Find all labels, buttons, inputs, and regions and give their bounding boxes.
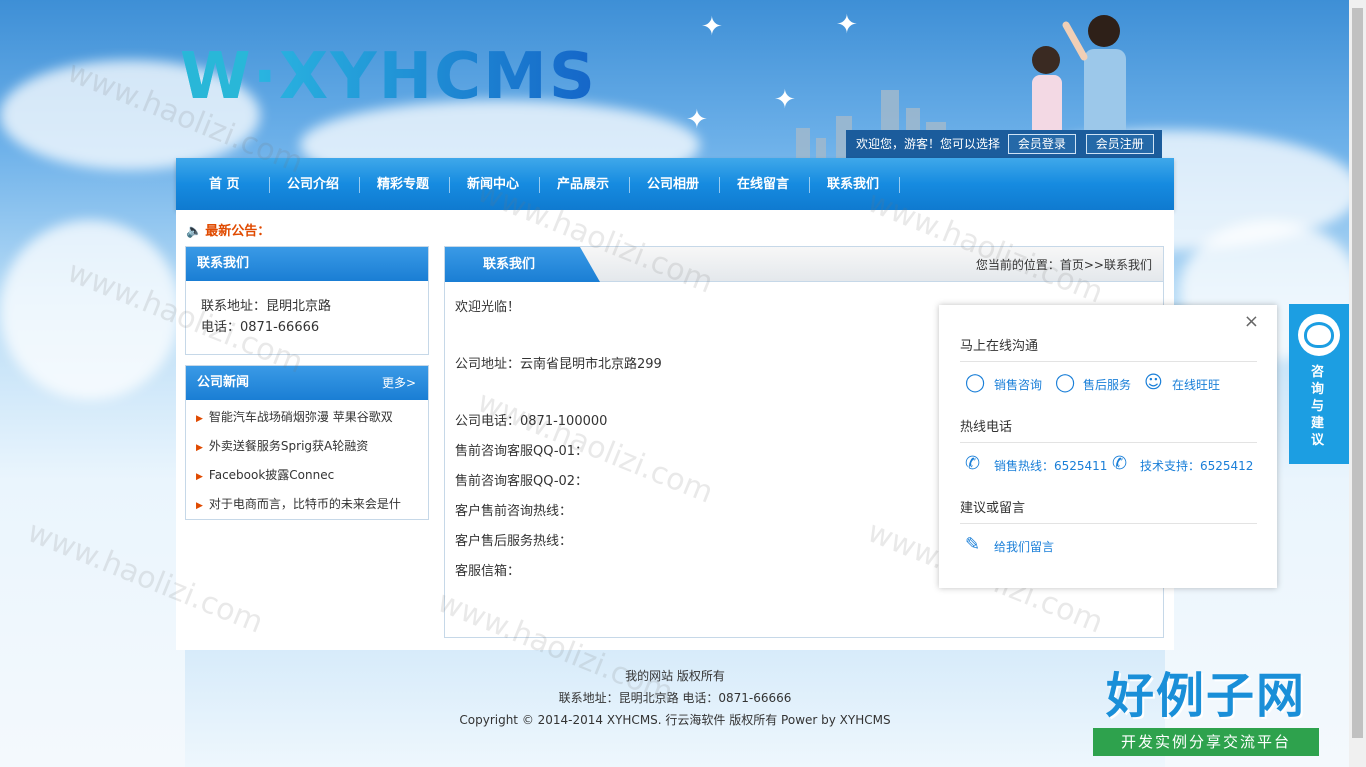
nav-item-home[interactable]: 首 页 (209, 158, 240, 210)
consult-side-tab-label: 咨询与建议 (1311, 365, 1325, 448)
footer-contact: 联系地址：昆明北京路 电话：0871-66666 (558, 691, 792, 705)
sales-hotline[interactable]: 销售热线：6525411 (994, 457, 1107, 474)
main-nav: 首 页 公司介绍 精彩专题 新闻中心 产品展示 公司相册 在线留言 联系我们 (176, 158, 1174, 210)
after-sales-link[interactable]: 售后服务 (1083, 376, 1131, 393)
consult-side-tab[interactable]: 咨询与建议 (1289, 304, 1349, 464)
logo-text: XYHCMS (278, 40, 597, 114)
nav-item-about[interactable]: 公司介绍 (287, 158, 339, 210)
wangwang-link[interactable]: 在线旺旺 (1172, 376, 1220, 393)
logo-mark: W (180, 40, 253, 114)
tech-support-hotline[interactable]: 技术支持：6525412 (1140, 457, 1253, 474)
sales-consult-link[interactable]: 销售咨询 (994, 376, 1042, 393)
nav-separator (359, 177, 360, 193)
contact-panel: 联系我们 联系地址：昆明北京路 电话：0871-66666 (185, 246, 429, 355)
qq-icon: ◯ (965, 372, 986, 393)
contact-phone: 电话：0871-66666 (201, 320, 320, 335)
page-scrollbar[interactable] (1349, 0, 1366, 767)
customer-service-icon (1298, 314, 1340, 356)
nav-separator (539, 177, 540, 193)
nav-item-guestbook[interactable]: 在线留言 (737, 158, 789, 210)
divider (960, 361, 1257, 362)
news-panel-title: 公司新闻 (197, 375, 250, 390)
news-item[interactable]: ▶ 外卖送餐服务Sprig获A轮融资 (196, 433, 428, 462)
online-section-title: 马上在线沟通 (960, 339, 1039, 354)
hotline-section-title: 热线电话 (960, 420, 1013, 435)
people-illustration (1032, 15, 1126, 140)
phone-icon: ✆ (1112, 453, 1128, 474)
divider (960, 442, 1257, 443)
news-item-title: 智能汽车战场硝烟弥漫 苹果谷歌双 (208, 410, 393, 424)
brand-watermark: 好例子网 开发实例分享交流平台 (1093, 666, 1319, 760)
message-section-title: 建议或留言 (960, 501, 1026, 516)
brand-subtitle: 开发实例分享交流平台 (1093, 728, 1319, 756)
divider (960, 523, 1257, 524)
news-item[interactable]: ▶ 对于电商而言，比特币的未来会是什 (196, 491, 428, 520)
qq-icon: ◯ (1055, 372, 1076, 393)
news-item-title: 外卖送餐服务Sprig获A轮融资 (208, 439, 369, 453)
breadcrumb: 您当前的位置：首页>>联系我们 (975, 258, 1152, 272)
nav-separator (809, 177, 810, 193)
footer-copyright: 我的网站 版权所有 (625, 669, 725, 683)
dove-icon: ✦ (686, 105, 708, 135)
dove-icon: ✦ (701, 12, 723, 42)
site-logo[interactable]: W⋅XYHCMS (180, 40, 597, 114)
nav-separator (899, 177, 900, 193)
news-item[interactable]: ▶ Facebook披露Connec (196, 462, 428, 491)
nav-separator (449, 177, 450, 193)
news-item-title: Facebook披露Connec (208, 468, 335, 482)
online-service-panel: × 马上在线沟通 ◯ 销售咨询 ◯ 售后服务 ☺ 在线旺旺 热线电话 ✆ 销售热… (939, 305, 1277, 588)
nav-separator (269, 177, 270, 193)
nav-separator (629, 177, 630, 193)
dove-icon: ✦ (836, 10, 858, 40)
content-header: 联系我们 您当前的位置：首页>>联系我们 (445, 247, 1163, 282)
arrow-right-icon: ▶ (196, 414, 203, 424)
news-panel-header: 公司新闻 更多> (186, 366, 428, 400)
contact-address: 联系地址：昆明北京路 (201, 299, 332, 314)
nav-item-topics[interactable]: 精彩专题 (377, 158, 429, 210)
content-tab-title: 联系我们 (445, 247, 600, 282)
nav-item-products[interactable]: 产品展示 (557, 158, 609, 210)
speaker-icon: 🔈 (186, 224, 203, 239)
news-item[interactable]: ▶ 智能汽车战场硝烟弥漫 苹果谷歌双 (196, 404, 428, 433)
brand-title: 好例子网 (1105, 668, 1306, 724)
member-register-button[interactable]: 会员注册 (1085, 134, 1154, 154)
arrow-right-icon: ▶ (196, 501, 203, 511)
nav-item-album[interactable]: 公司相册 (647, 158, 699, 210)
nav-separator (719, 177, 720, 193)
news-item-title: 对于电商而言，比特币的未来会是什 (208, 497, 401, 511)
contact-panel-title: 联系我们 (186, 247, 428, 281)
nav-item-contact[interactable]: 联系我们 (827, 158, 879, 210)
wangwang-icon: ☺ (1144, 372, 1163, 393)
leave-message-link[interactable]: 给我们留言 (994, 538, 1054, 555)
notice-bar: 🔈 最新公告： (186, 220, 270, 239)
member-bar: 欢迎您，游客！您可以选择 会员登录 会员注册 (846, 130, 1162, 158)
arrow-right-icon: ▶ (196, 472, 203, 482)
close-icon[interactable]: × (1244, 311, 1259, 332)
footer-powered-by: Copyright © 2014-2014 XYHCMS. 行云海软件 版权所有… (459, 713, 891, 727)
notice-label: 最新公告： (205, 224, 271, 239)
nav-item-news[interactable]: 新闻中心 (467, 158, 519, 210)
background-cloud (0, 220, 180, 400)
scrollbar-thumb[interactable] (1352, 8, 1363, 738)
welcome-text: 欢迎您，游客！您可以选择 (856, 137, 1001, 151)
edit-icon: ✎ (965, 534, 981, 555)
phone-icon: ✆ (965, 453, 981, 474)
news-panel: 公司新闻 更多> ▶ 智能汽车战场硝烟弥漫 苹果谷歌双 ▶ 外卖送餐服务Sprig获… (185, 365, 429, 520)
arrow-right-icon: ▶ (196, 443, 203, 453)
site-footer: 我的网站 版权所有 联系地址：昆明北京路 电话：0871-66666 Copyr… (185, 650, 1165, 767)
member-login-button[interactable]: 会员登录 (1007, 134, 1076, 154)
news-more-link[interactable]: 更多> (382, 366, 416, 400)
